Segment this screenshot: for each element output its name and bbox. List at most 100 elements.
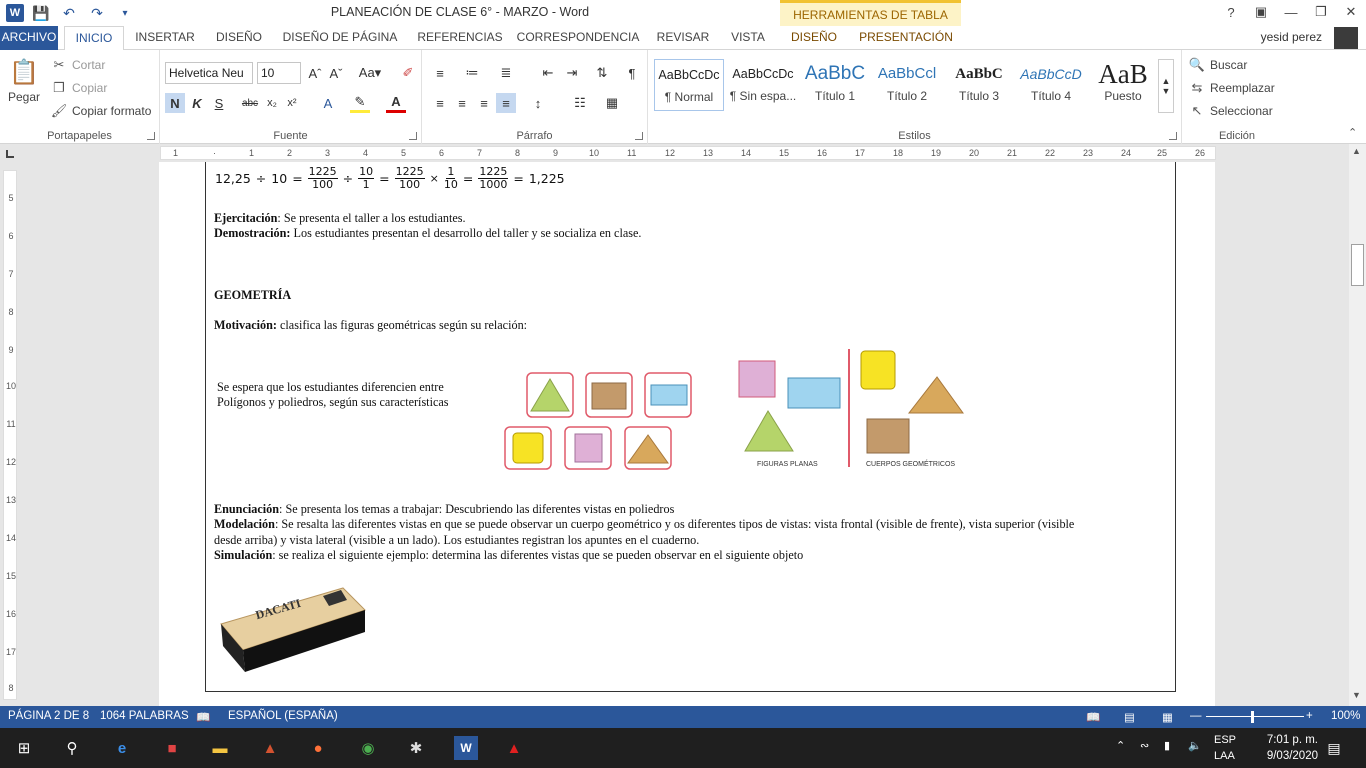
align-right-icon[interactable]: ≡ — [474, 93, 494, 113]
eraser-image[interactable] — [215, 580, 367, 676]
estilos-launcher-icon[interactable] — [1169, 132, 1177, 140]
find-button[interactable]: 🔍 Buscar — [1188, 56, 1247, 74]
bullets-icon[interactable]: ≡ — [430, 63, 450, 83]
parrafo-launcher-icon[interactable] — [635, 132, 643, 140]
page-count[interactable]: PÁGINA 2 DE 8 — [8, 710, 89, 722]
tab-inicio[interactable]: INICIO — [64, 26, 124, 51]
copy-button[interactable]: ❐ Copiar — [50, 79, 107, 97]
style-puesto[interactable]: AaB Puesto — [1088, 59, 1158, 111]
firefox-icon[interactable]: ● — [306, 736, 330, 760]
highlight-icon[interactable]: ✎ — [350, 93, 370, 113]
sort-icon[interactable]: ⇅ — [592, 63, 612, 83]
ribbon-display-icon[interactable]: ▣ — [1246, 0, 1276, 24]
shapes-mixed-image[interactable] — [497, 367, 697, 475]
style-titulo-2[interactable]: AaBbCcl Título 2 — [872, 59, 942, 111]
file-explorer-icon[interactable]: ▬ — [208, 736, 232, 760]
vertical-scrollbar[interactable]: ▲ ▼ — [1349, 144, 1366, 706]
format-painter-button[interactable]: 🖌 Copiar formato — [50, 102, 152, 120]
language[interactable]: ESPAÑOL (ESPAÑA) — [228, 710, 338, 722]
proofing-icon[interactable]: 📖 — [196, 710, 210, 724]
align-left-icon[interactable]: ≡ — [430, 93, 450, 113]
grow-font-icon[interactable]: Aˆ — [305, 63, 325, 83]
fuente-launcher-icon[interactable] — [409, 132, 417, 140]
network-icon[interactable]: ∾ — [1140, 739, 1149, 752]
restore-icon[interactable]: ❐ — [1306, 0, 1336, 24]
scroll-down-icon[interactable]: ▼ — [1352, 690, 1361, 700]
redo-icon[interactable]: ↷ — [86, 3, 108, 23]
tab-correspondencia[interactable]: CORRESPONDENCIA — [516, 26, 640, 50]
multilevel-list-icon[interactable]: ≣ — [496, 63, 516, 83]
shrink-font-icon[interactable]: Aˇ — [326, 63, 346, 83]
styles-gallery-scroll[interactable]: ▲ ▼ — [1158, 59, 1174, 113]
notifications-icon[interactable]: ▤ — [1322, 736, 1346, 760]
zoom-slider-thumb[interactable] — [1251, 711, 1254, 723]
zoom-level[interactable]: 100% — [1331, 710, 1360, 722]
word-count[interactable]: 1064 PALABRAS — [100, 710, 189, 722]
zoom-slider-track[interactable] — [1206, 716, 1304, 717]
shapes-classified-image[interactable] — [735, 347, 965, 475]
tab-diseno-tabla[interactable]: DISEÑO — [784, 26, 844, 50]
tab-vista[interactable]: VISTA — [724, 26, 772, 50]
collapse-ribbon-icon[interactable]: ⌃ — [1348, 126, 1357, 139]
print-layout-icon[interactable]: ▤ — [1124, 710, 1135, 724]
text-effects-icon[interactable]: A — [318, 93, 338, 113]
horizontal-ruler[interactable]: 1 · 123 456 789 10 11 12 13 14 15 16 17 18 19 20… — [160, 146, 1216, 160]
increase-indent-icon[interactable]: ⇥ — [562, 63, 582, 83]
volume-icon[interactable]: 🔈 — [1188, 739, 1202, 752]
tab-selector-icon[interactable] — [6, 150, 14, 158]
minimize-icon[interactable]: — — [1276, 0, 1306, 24]
style-normal[interactable]: AaBbCcDc ¶ Normal — [654, 59, 724, 111]
style-titulo-4[interactable]: AaBbCcD Título 4 — [1016, 59, 1086, 111]
justify-icon[interactable]: ≡ — [496, 93, 516, 113]
font-name-dropdown[interactable]: Helvetica Neu — [165, 62, 253, 84]
zoom-in-icon[interactable]: + — [1306, 710, 1313, 722]
document-page[interactable]: 12,25 ÷ 10 = 1225 100 ÷ 10 1 = 1225 100 × 1… — [159, 162, 1215, 707]
pilcrow-icon[interactable]: ¶ — [622, 63, 642, 83]
cut-button[interactable]: ✂ Cortar — [50, 56, 106, 74]
battery-icon[interactable]: ▮ — [1164, 739, 1170, 752]
tab-revisar[interactable]: REVISAR — [652, 26, 714, 50]
line-spacing-icon[interactable]: ↕ — [528, 93, 548, 113]
paste-button[interactable]: 📋 Pegar — [8, 56, 40, 105]
tab-archivo[interactable]: ARCHIVO — [0, 26, 58, 50]
paint-icon[interactable]: ✱ — [404, 736, 428, 760]
borders-icon[interactable]: ▦ — [602, 93, 622, 113]
scroll-up-icon[interactable]: ▲ — [1352, 146, 1361, 156]
bold-button[interactable]: N — [165, 93, 185, 113]
windows-start-icon[interactable]: ⊞ — [12, 736, 36, 760]
acrobat-icon[interactable]: ▲ — [502, 736, 526, 760]
numbering-icon[interactable]: ≔ — [462, 63, 482, 83]
superscript-button[interactable]: x² — [282, 93, 302, 113]
font-color-icon[interactable]: A — [386, 93, 406, 113]
tab-diseno[interactable]: DISEÑO — [210, 26, 268, 50]
select-button[interactable]: ↖ Seleccionar — [1188, 102, 1273, 120]
style-sin-espacio[interactable]: AaBbCcDc ¶ Sin espa... — [728, 59, 798, 111]
customize-qat-icon[interactable]: ▾ — [114, 3, 136, 23]
avatar[interactable] — [1334, 27, 1358, 49]
tray-chevron-icon[interactable]: ⌃ — [1116, 739, 1125, 752]
clock[interactable]: 7:01 p. m. 9/03/2020 — [1267, 732, 1318, 764]
portapapeles-launcher-icon[interactable] — [147, 132, 155, 140]
input-language[interactable]: ESP LAA — [1214, 732, 1236, 764]
font-size-dropdown[interactable]: 10 — [257, 62, 301, 84]
powerpoint-icon[interactable]: ▲ — [258, 736, 282, 760]
scrollbar-thumb[interactable] — [1351, 244, 1364, 286]
save-icon[interactable]: 💾 — [30, 3, 52, 23]
chrome-icon[interactable]: ◉ — [356, 736, 380, 760]
align-center-icon[interactable]: ≡ — [452, 93, 472, 113]
read-mode-icon[interactable]: 📖 — [1086, 710, 1100, 724]
replace-button[interactable]: ⇆ Reemplazar — [1188, 79, 1275, 97]
zoom-out-icon[interactable]: — — [1190, 710, 1202, 722]
undo-icon[interactable]: ↶ — [58, 3, 80, 23]
word-taskbar-icon[interactable]: W — [454, 736, 478, 760]
edge-icon[interactable]: e — [110, 736, 134, 760]
clear-format-icon[interactable]: ✐ — [398, 63, 418, 83]
reader-app-icon[interactable]: ■ — [160, 736, 184, 760]
vertical-ruler[interactable]: 567 8 9 10 11 12 13 14 15 16 17 8 — [3, 170, 17, 700]
user-name[interactable]: yesid perez — [1261, 30, 1322, 44]
italic-button[interactable]: K — [187, 93, 207, 113]
close-icon[interactable]: ✕ — [1336, 0, 1366, 24]
word-logo-icon[interactable]: W — [6, 4, 24, 22]
search-icon[interactable]: ⚲ — [60, 736, 84, 760]
tab-referencias[interactable]: REFERENCIAS — [412, 26, 508, 50]
